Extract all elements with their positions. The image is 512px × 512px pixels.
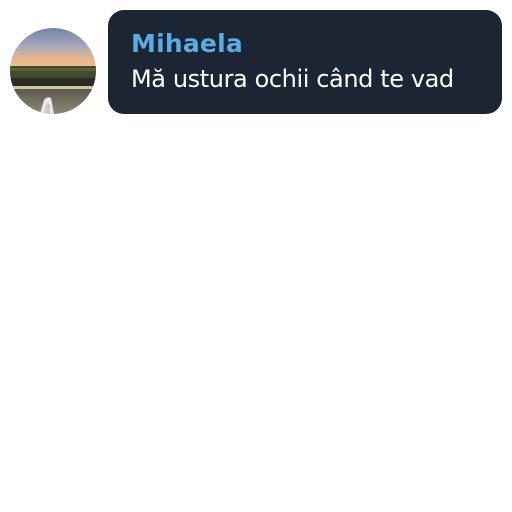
- avatar[interactable]: [10, 28, 96, 114]
- sender-name[interactable]: Mihaela: [131, 27, 502, 61]
- profile-photo-icon: [10, 28, 96, 114]
- message-bubble[interactable]: Mihaela Mă ustura ochii când te vad: [108, 10, 502, 114]
- message-text: Mă ustura ochii când te vad: [131, 65, 454, 93]
- chat-view: Mihaela Mă ustura ochii când te vad: [0, 0, 512, 512]
